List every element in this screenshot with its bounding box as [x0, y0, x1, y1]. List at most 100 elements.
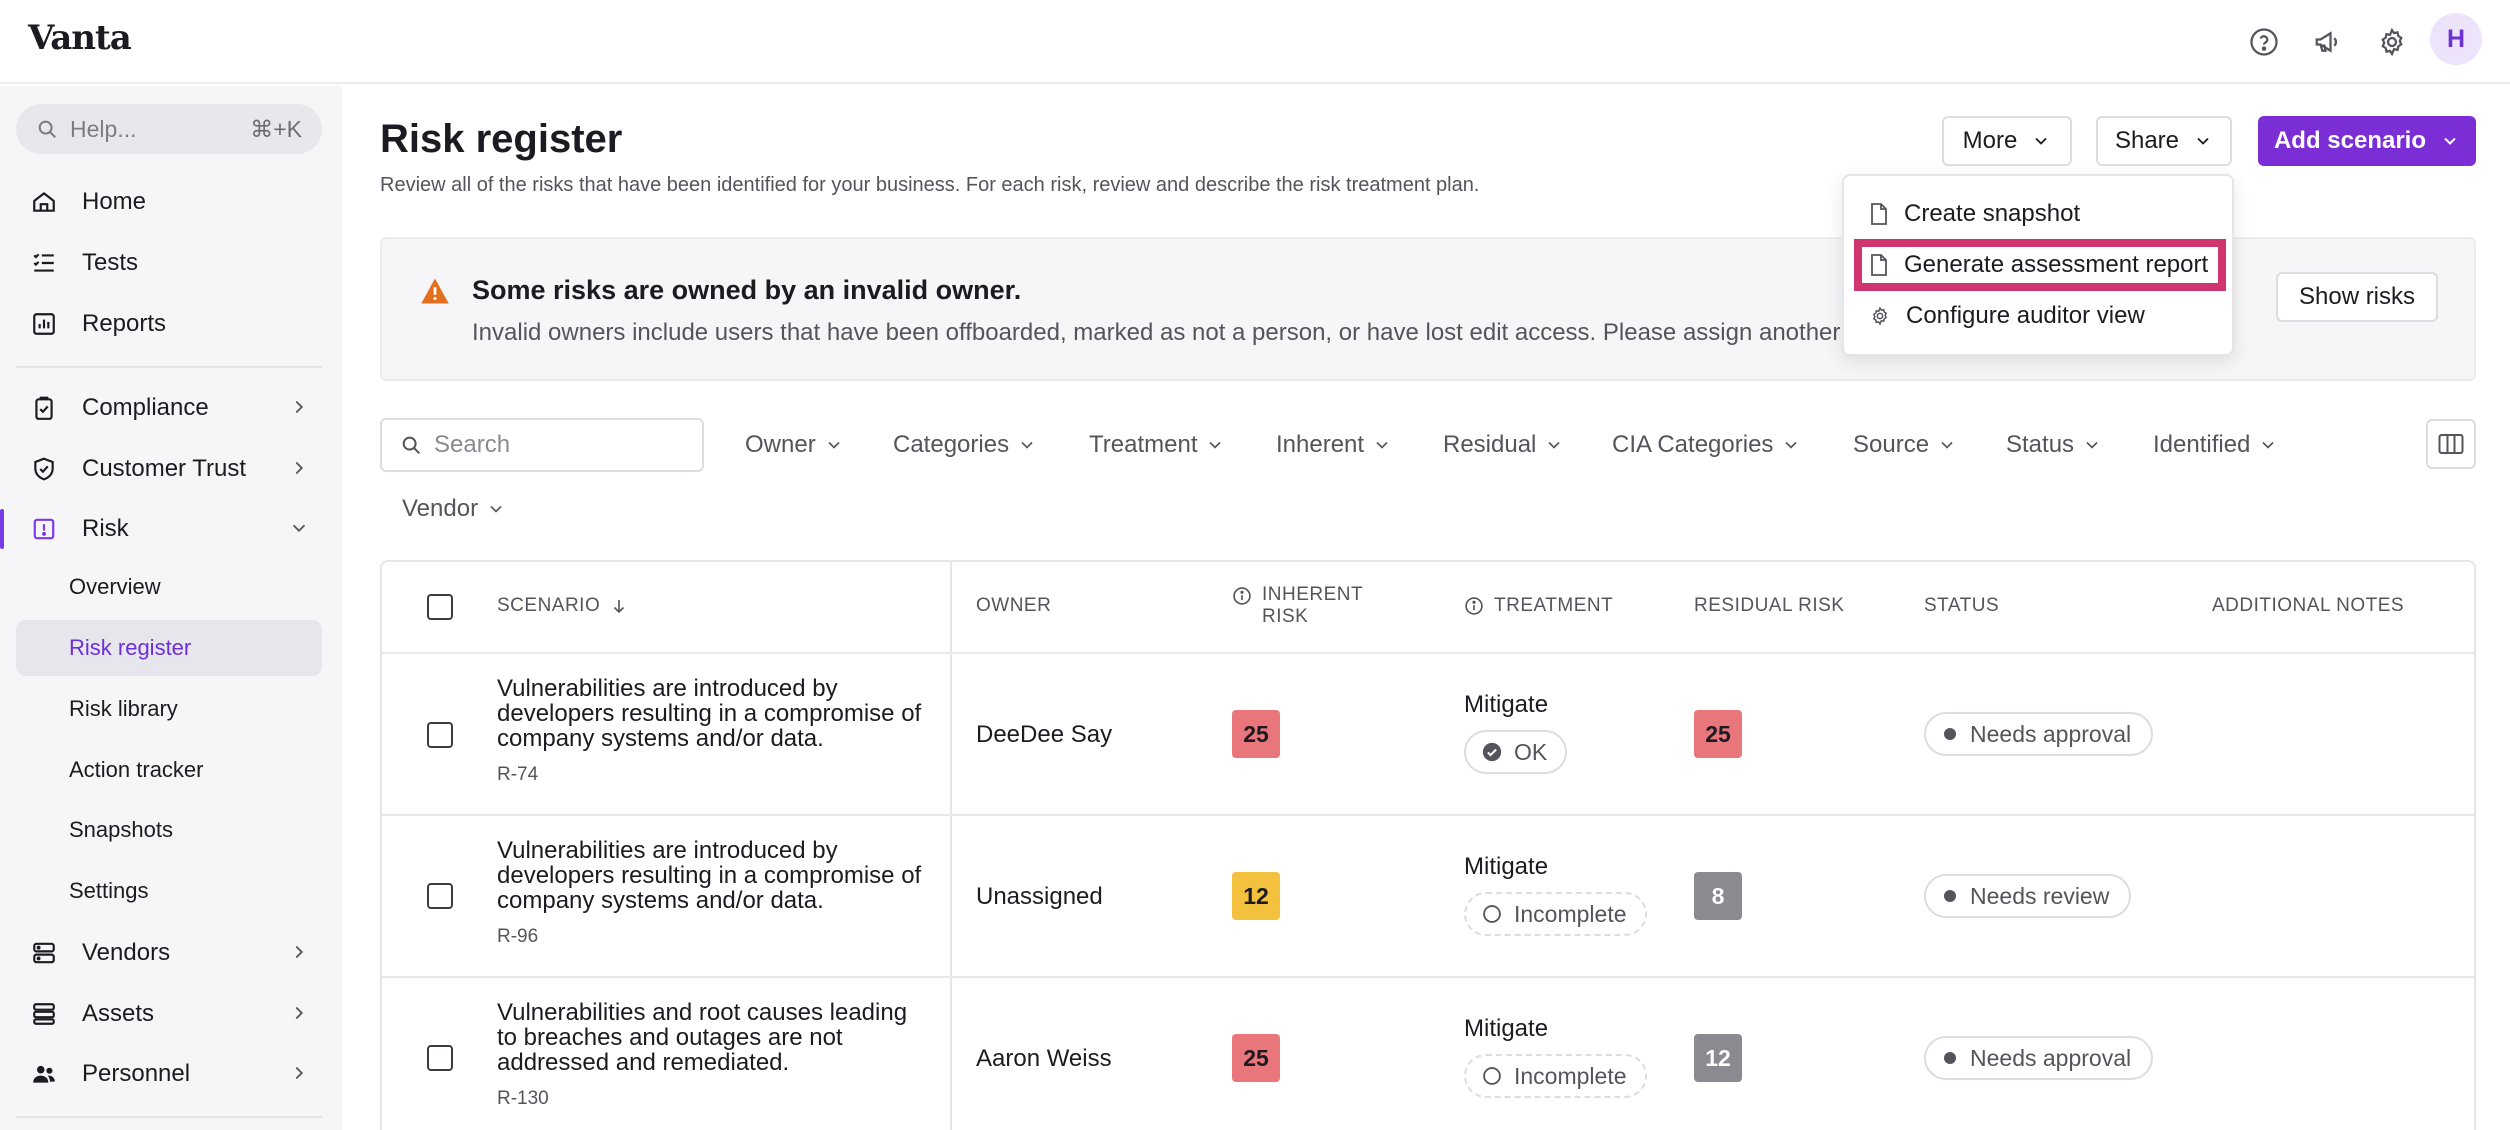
risk-table: SCENARIO OWNER INHERENT RISK TREATMENT R…	[380, 560, 2476, 1130]
sidebar-subitem-snapshots[interactable]: Snapshots	[16, 802, 322, 858]
header-label: RESIDUAL RISK	[1694, 595, 1845, 616]
sidebar-item-assets[interactable]: Assets	[16, 986, 322, 1042]
sidebar-item-home[interactable]: Home	[16, 174, 322, 230]
sidebar-item-customer-trust[interactable]: Customer Trust	[16, 441, 322, 497]
filter-residual[interactable]: Residual	[1443, 418, 1564, 472]
scenario-text: Vulnerabilities are introduced by develo…	[497, 837, 922, 914]
owner-name[interactable]: Aaron Weiss	[976, 1045, 1112, 1073]
people-icon	[28, 1058, 60, 1090]
more-button[interactable]: More	[1942, 116, 2072, 166]
chevron-down-icon	[1209, 441, 1222, 449]
help-circle-icon[interactable]	[2242, 20, 2286, 64]
chevron-down-icon	[1785, 441, 1798, 449]
warning-icon	[421, 278, 449, 304]
sidebar-item-label: Personnel	[82, 1060, 191, 1087]
file-icon	[1871, 254, 1887, 276]
filter-label: Vendor	[402, 495, 479, 522]
sidebar-item-tests[interactable]: Tests	[16, 235, 322, 291]
help-search[interactable]: Help... ⌘+K	[16, 104, 322, 154]
filter-categories[interactable]: Categories	[893, 418, 1037, 472]
megaphone-icon[interactable]	[2306, 20, 2350, 64]
filter-label: Source	[1853, 431, 1930, 458]
show-risks-button[interactable]: Show risks	[2276, 272, 2438, 322]
chevron-down-icon	[490, 505, 502, 513]
vanta-logo[interactable]: Vanta	[28, 18, 132, 58]
empty-circle-icon	[1483, 1067, 1501, 1085]
file-icon	[1871, 203, 1887, 225]
sidebar-item-label: Customer Trust	[82, 455, 247, 482]
row-checkbox[interactable]	[427, 1045, 453, 1071]
treatment-status-pill[interactable]: Incomplete	[1464, 892, 1647, 936]
columns-toggle-button[interactable]	[2426, 419, 2476, 469]
treatment-label: Mitigate	[1464, 1015, 1549, 1042]
table-row[interactable]: Vulnerabilities are introduced by develo…	[382, 816, 2474, 978]
sidebar-item-personnel[interactable]: Personnel	[16, 1046, 322, 1102]
table-row[interactable]: Vulnerabilities are introduced by develo…	[382, 654, 2474, 816]
home-icon	[28, 186, 60, 218]
table-row[interactable]: Vulnerabilities and root causes leading …	[382, 978, 2474, 1130]
chevron-down-icon	[1548, 441, 1560, 449]
select-all-checkbox[interactable]	[427, 594, 453, 620]
top-bar: Vanta H	[0, 0, 2510, 84]
sidebar-item-risk[interactable]: Risk	[0, 501, 322, 557]
chevron-down-icon	[1941, 441, 1953, 449]
menu-item-create-snapshot[interactable]: Create snapshot	[1856, 190, 2224, 238]
sidebar-item-compliance[interactable]: Compliance	[16, 380, 322, 436]
search-placeholder: Search	[434, 431, 511, 458]
sidebar-subitem-risk-register[interactable]: Risk register	[16, 620, 322, 676]
filter-cia-categories[interactable]: CIA Categories	[1612, 418, 1801, 472]
treatment-label: Mitigate	[1464, 853, 1549, 880]
sidebar-subitem-action-tracker[interactable]: Action tracker	[16, 742, 322, 798]
sidebar-item-reports[interactable]: Reports	[16, 296, 322, 352]
filter-owner[interactable]: Owner	[745, 418, 844, 472]
sidebar-subitem-overview[interactable]: Overview	[16, 559, 322, 615]
add-scenario-button[interactable]: Add scenario	[2258, 116, 2476, 166]
header-additional-notes: ADDITIONAL NOTES	[2212, 595, 2404, 617]
status-badge[interactable]: Needs approval	[1924, 1036, 2154, 1080]
chevron-right-icon	[295, 1066, 304, 1080]
status-label: Needs approval	[1970, 720, 2132, 747]
row-checkbox[interactable]	[427, 883, 453, 909]
avatar[interactable]: H	[2430, 13, 2482, 65]
inherent-risk-score: 25	[1232, 1034, 1280, 1082]
filter-status[interactable]: Status	[2006, 418, 2102, 472]
header-scenario[interactable]: SCENARIO	[497, 595, 628, 617]
status-badge[interactable]: Needs review	[1924, 874, 2132, 918]
filter-label: Categories	[893, 431, 1010, 458]
clipboard-icon	[28, 392, 60, 424]
page-title: Risk register	[380, 117, 623, 161]
gear-icon[interactable]	[2370, 20, 2414, 64]
share-button[interactable]: Share	[2096, 116, 2232, 166]
menu-item-configure-auditor-view[interactable]: Configure auditor view	[1856, 292, 2224, 340]
filter-vendor[interactable]: Vendor	[402, 482, 506, 536]
empty-circle-icon	[1483, 905, 1501, 923]
sidebar-item-vendors[interactable]: Vendors	[16, 925, 322, 981]
filter-treatment[interactable]: Treatment	[1089, 418, 1225, 472]
row-checkbox[interactable]	[427, 722, 453, 748]
sidebar-subitem-settings[interactable]: Settings	[16, 863, 322, 919]
menu-item-label: Create snapshot	[1904, 200, 2081, 227]
filter-inherent[interactable]: Inherent	[1276, 418, 1392, 472]
menu-item-generate-assessment-report[interactable]: Generate assessment report	[1854, 239, 2226, 291]
header-status: STATUS	[1924, 595, 1999, 617]
chevron-down-icon	[2035, 137, 2047, 145]
chart-icon	[28, 308, 60, 340]
filter-label: Residual	[1443, 431, 1537, 458]
treatment-status-pill[interactable]: OK	[1464, 730, 1568, 774]
chevron-down-icon	[2444, 137, 2456, 145]
owner-name[interactable]: DeeDee Say	[976, 721, 1112, 749]
chevron-down-icon	[2197, 137, 2209, 145]
filter-label: Identified	[2153, 431, 2251, 458]
status-badge[interactable]: Needs approval	[1924, 712, 2154, 756]
treatment-status-pill[interactable]: Incomplete	[1464, 1054, 1647, 1098]
gear-icon	[1872, 306, 1888, 326]
search-input[interactable]: Search	[380, 418, 704, 472]
header-label: STATUS	[1924, 595, 2000, 616]
filter-identified[interactable]: Identified	[2153, 418, 2278, 472]
treatment-status-label: Incomplete	[1514, 900, 1627, 927]
owner-name[interactable]: Unassigned	[976, 883, 1103, 911]
sidebar-subitem-risk-library[interactable]: Risk library	[16, 681, 322, 737]
chevron-down-icon	[2262, 441, 2274, 449]
filter-source[interactable]: Source	[1853, 418, 1957, 472]
list-check-icon	[28, 247, 60, 279]
